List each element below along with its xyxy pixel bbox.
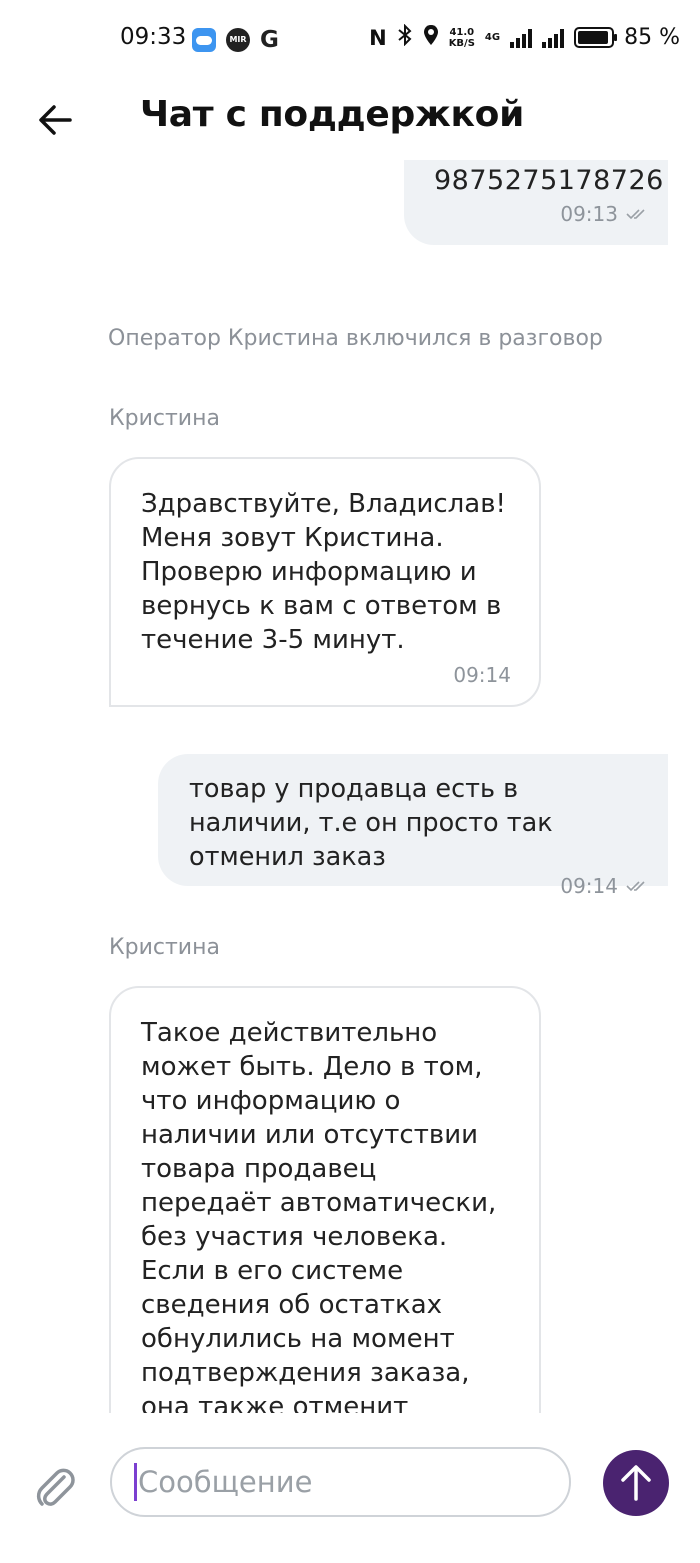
back-button[interactable] xyxy=(34,98,78,142)
system-message: Оператор Кристина включился в разговор xyxy=(108,326,603,351)
message-list[interactable]: 9875275178726 09:13 Оператор Кристина вк… xyxy=(0,160,700,1413)
double-check-icon xyxy=(626,209,645,220)
message-composer: Сообщение xyxy=(0,1413,700,1563)
message-time-text: 09:13 xyxy=(560,202,618,226)
message-text: Здравствуйте, Владислав! Меня зовут Крис… xyxy=(141,489,506,655)
page-title: Чат с поддержкой xyxy=(140,94,525,135)
location-icon xyxy=(423,24,439,51)
message-text: Такое действительно может быть. Дело в т… xyxy=(141,1018,497,1413)
incoming-message: Такое действительно может быть. Дело в т… xyxy=(109,986,541,1413)
network-speed: 41.0 KB/S xyxy=(449,27,475,49)
message-time-text: 09:14 xyxy=(560,874,618,898)
message-time: 09:13 xyxy=(434,202,646,226)
send-button[interactable] xyxy=(603,1450,669,1516)
network-speed-value: 41.0 xyxy=(449,26,475,38)
message-text: 9875275178726 xyxy=(434,165,664,196)
nfc-icon: N xyxy=(369,25,387,50)
bluetooth-icon xyxy=(397,23,413,51)
outgoing-message: 9875275178726 09:13 xyxy=(404,160,668,245)
google-app-icon: G xyxy=(260,27,279,53)
message-time: 09:14 xyxy=(189,874,646,898)
weather-app-icon xyxy=(192,28,216,52)
message-text: товар у продавца есть в наличии, т.е он … xyxy=(189,774,553,872)
message-time: 09:14 xyxy=(453,663,511,687)
signal-strength-icon xyxy=(510,28,533,48)
battery-icon xyxy=(574,27,618,48)
status-indicators: N 41.0 KB/S 4G 85 % xyxy=(369,23,680,51)
paperclip-icon xyxy=(36,1468,75,1506)
battery-percent: 85 % xyxy=(624,25,680,50)
sender-name: Кристина xyxy=(109,406,220,431)
message-input[interactable]: Сообщение xyxy=(110,1447,571,1517)
network-speed-unit: KB/S xyxy=(448,37,475,49)
text-caret xyxy=(134,1463,137,1501)
sender-name: Кристина xyxy=(109,935,220,960)
message-input-placeholder: Сообщение xyxy=(138,1465,313,1499)
double-check-icon xyxy=(626,881,645,892)
chat-header: Чат с поддержкой xyxy=(0,80,700,160)
outgoing-message: товар у продавца есть в наличии, т.е он … xyxy=(158,754,668,898)
incoming-message: Здравствуйте, Владислав! Меня зовут Крис… xyxy=(109,457,541,707)
network-type: 4G xyxy=(484,32,501,43)
mir-app-icon: MIR xyxy=(226,28,250,52)
signal-strength-icon-2 xyxy=(542,28,565,48)
status-time: 09:33 xyxy=(120,24,187,50)
arrow-up-icon xyxy=(621,1465,651,1501)
status-bar: 09:33 MIR G N 41.0 KB/S 4G 85 % xyxy=(0,0,700,80)
attach-button[interactable] xyxy=(30,1463,78,1511)
arrow-left-icon xyxy=(39,105,72,135)
